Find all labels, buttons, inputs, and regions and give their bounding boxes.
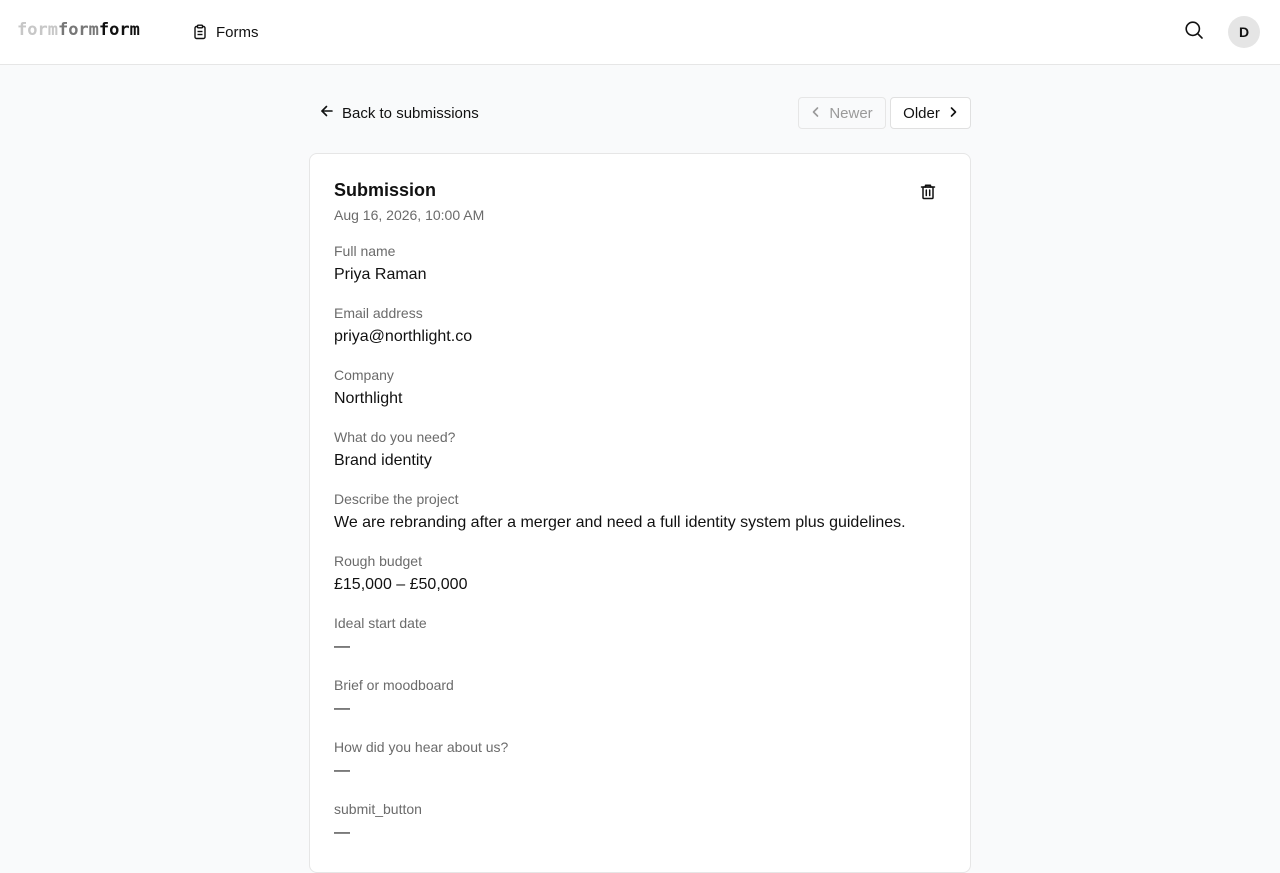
newer-label: Newer xyxy=(829,104,873,122)
submission-date: Aug 16, 2026, 10:00 AM xyxy=(334,207,485,223)
field-what-do-you-need: What do you need? Brand identity xyxy=(334,429,954,491)
field-value: — xyxy=(334,638,350,655)
submission-title: Submission xyxy=(334,180,437,200)
field-label: What do you need? xyxy=(334,429,456,445)
nav-forms-label: Forms xyxy=(216,23,259,41)
field-describe-the-project: Describe the project We are rebranding a… xyxy=(334,491,954,553)
field-ideal-start-date: Ideal start date — xyxy=(334,615,954,677)
logo-part-1: form xyxy=(17,20,58,40)
field-how-did-you-hear: How did you hear about us? — xyxy=(334,739,954,801)
nav-forms-link[interactable]: Forms xyxy=(192,21,259,43)
submission-card: Submission Aug 16, 2026, 10:00 AM Full n… xyxy=(309,153,971,873)
field-email-address: Email address priya@northlight.co xyxy=(334,305,954,367)
field-label: Full name xyxy=(334,243,396,259)
field-value: — xyxy=(334,824,350,841)
field-value: Brand identity xyxy=(334,452,432,469)
app-logo[interactable]: formformform xyxy=(17,20,140,40)
field-value: — xyxy=(334,700,350,717)
field-label: Brief or moodboard xyxy=(334,677,454,693)
search-icon xyxy=(1184,20,1204,45)
field-label: Describe the project xyxy=(334,491,459,507)
trash-icon xyxy=(920,183,936,205)
arrow-left-icon xyxy=(320,104,334,122)
field-label: submit_button xyxy=(334,801,422,817)
field-label: Email address xyxy=(334,305,423,321)
older-label: Older xyxy=(903,104,940,122)
logo-part-3: form xyxy=(98,20,140,40)
user-avatar[interactable]: D xyxy=(1228,16,1260,48)
field-value: priya@northlight.co xyxy=(334,328,473,345)
field-value: £15,000 – £50,000 xyxy=(334,576,468,593)
older-button[interactable]: Older xyxy=(890,97,971,129)
submission-fields: Full name Priya Raman Email address priy… xyxy=(334,243,954,863)
back-to-submissions-link[interactable]: Back to submissions xyxy=(320,102,479,124)
newer-button[interactable]: Newer xyxy=(798,97,886,129)
chevron-right-icon xyxy=(948,105,958,122)
delete-submission-button[interactable] xyxy=(916,182,940,206)
field-value: — xyxy=(334,762,350,779)
field-value: We are rebranding after a merger and nee… xyxy=(334,514,906,531)
search-button[interactable] xyxy=(1182,20,1206,44)
field-brief-or-moodboard: Brief or moodboard — xyxy=(334,677,954,739)
field-rough-budget: Rough budget £15,000 – £50,000 xyxy=(334,553,954,615)
back-label: Back to submissions xyxy=(342,104,479,122)
field-label: Company xyxy=(334,367,394,383)
field-label: Ideal start date xyxy=(334,615,427,631)
field-label: How did you hear about us? xyxy=(334,739,509,755)
field-value: Priya Raman xyxy=(334,266,427,283)
field-value: Northlight xyxy=(334,390,403,407)
field-company: Company Northlight xyxy=(334,367,954,429)
clipboard-icon xyxy=(192,24,208,40)
top-bar: formformform Forms D xyxy=(0,0,1280,65)
chevron-left-icon xyxy=(811,105,821,122)
field-full-name: Full name Priya Raman xyxy=(334,243,954,305)
field-submit-button: submit_button — xyxy=(334,801,954,863)
logo-part-2: form xyxy=(57,20,99,40)
field-label: Rough budget xyxy=(334,553,422,569)
